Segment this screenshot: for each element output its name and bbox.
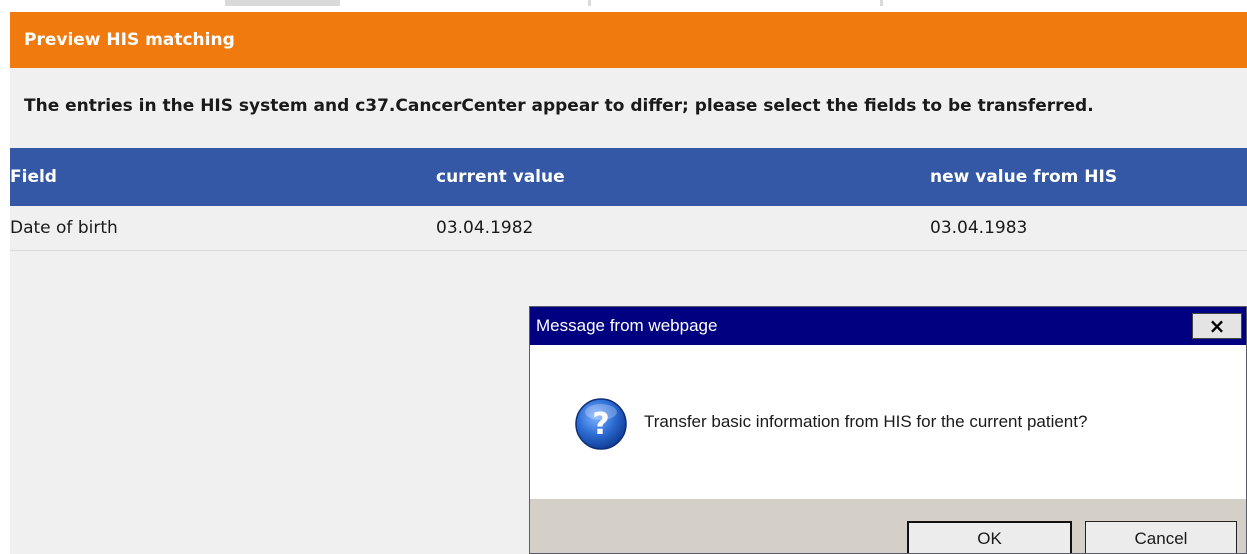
- svg-text:?: ?: [592, 407, 609, 442]
- column-header-field: Field: [10, 167, 57, 187]
- dialog-button-bar: OK Cancel: [530, 499, 1246, 553]
- table-header: Field current value new value from HIS: [10, 148, 1247, 206]
- table-row[interactable]: Date of birth 03.04.1982 03.04.1983: [10, 206, 1247, 251]
- top-edge-remnant: [0, 0, 1247, 12]
- top-edge-fragment: [225, 0, 340, 6]
- page: Preview HIS matching The entries in the …: [0, 0, 1247, 554]
- question-icon: ?: [575, 398, 627, 450]
- dialog-message: Transfer basic information from HIS for …: [644, 412, 1088, 431]
- column-header-new-value: new value from HIS: [930, 167, 1118, 187]
- cancel-button[interactable]: Cancel: [1085, 521, 1237, 553]
- field-name-cell: Date of birth: [10, 218, 118, 238]
- ok-button[interactable]: OK: [907, 521, 1072, 553]
- new-value-cell: 03.04.1983: [930, 218, 1028, 238]
- dialog-title: Message from webpage: [536, 316, 718, 335]
- confirm-dialog: Message from webpage × ? Transfer basic …: [529, 306, 1247, 554]
- close-button[interactable]: ×: [1192, 313, 1242, 339]
- dialog-title-bar[interactable]: Message from webpage ×: [530, 307, 1246, 345]
- top-edge-fragment: [588, 0, 591, 6]
- top-edge-fragment: [880, 0, 883, 6]
- column-header-current-value: current value: [436, 167, 565, 187]
- difference-message: The entries in the HIS system and c37.Ca…: [24, 96, 1094, 116]
- current-value-cell: 03.04.1982: [436, 218, 534, 238]
- panel-title: Preview HIS matching: [10, 12, 1247, 68]
- dialog-body: ? Transfer basic information from HIS fo…: [530, 345, 1246, 499]
